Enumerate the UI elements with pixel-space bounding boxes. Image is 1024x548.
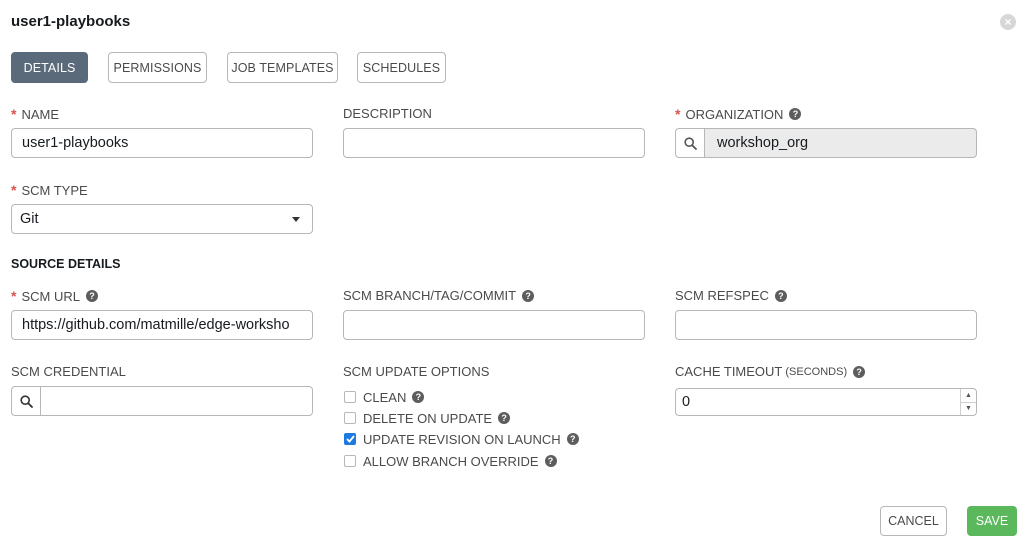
search-icon[interactable] [11,386,41,416]
scm-branch-input[interactable] [343,310,645,340]
tab-schedules[interactable]: SCHEDULES [357,52,446,83]
delete-on-update-checkbox-row[interactable]: DELETE ON UPDATE ? [344,410,511,426]
cache-timeout-label-text: CACHE TIMEOUT [675,364,783,379]
name-label-text: NAME [21,106,60,122]
tab-job-templates[interactable]: JOB TEMPLATES [227,52,338,83]
scm-type-label-text: SCM TYPE [21,182,88,198]
allow-branch-override-checkbox-row[interactable]: ALLOW BRANCH OVERRIDE ? [344,453,557,469]
required-marker: * [11,288,17,304]
cache-timeout-stepper[interactable]: 0 ▲ ▼ [675,388,977,416]
scm-url-input[interactable]: https://github.com/matmille/edge-worksho [11,310,313,340]
scm-update-options-label: SCM UPDATE OPTIONS [343,364,489,379]
required-marker: * [675,106,681,122]
cache-timeout-value: 0 [682,394,691,410]
scm-update-options-label-text: SCM UPDATE OPTIONS [343,364,490,379]
scm-branch-label-text: SCM BRANCH/TAG/COMMIT [343,288,517,303]
allow-branch-override-checkbox[interactable] [344,455,356,467]
scm-type-label: * SCM TYPE [11,182,88,198]
name-input[interactable]: user1-playbooks [11,128,313,158]
scm-refspec-label-text: SCM REFSPEC [675,288,769,303]
help-icon[interactable]: ? [774,289,787,302]
scm-credential-input[interactable] [41,386,313,416]
scm-url-label-text: SCM URL [21,288,80,304]
scm-branch-label: SCM BRANCH/TAG/COMMIT ? [343,288,535,303]
help-icon[interactable]: ? [412,391,425,403]
page-title: user1-playbooks [11,13,131,30]
delete-on-update-label: DELETE ON UPDATE [363,410,493,426]
required-marker: * [11,106,17,122]
help-icon[interactable]: ? [566,433,579,445]
scm-credential-lookup [11,386,313,416]
cancel-button[interactable]: CANCEL [880,506,947,536]
delete-on-update-checkbox[interactable] [344,412,356,424]
organization-input[interactable]: workshop_org [705,128,977,158]
scm-url-label: * SCM URL ? [11,288,98,304]
scm-type-select[interactable]: Git [11,204,313,234]
help-icon[interactable]: ? [544,455,557,467]
help-icon[interactable]: ? [853,365,866,378]
help-icon[interactable]: ? [522,289,535,302]
clean-label: CLEAN [363,389,407,405]
source-details-heading: SOURCE DETAILS [11,257,121,271]
help-icon[interactable]: ? [789,108,802,120]
tab-permissions[interactable]: PERMISSIONS [108,52,207,83]
caret-down-icon [292,216,300,222]
scm-credential-label-text: SCM CREDENTIAL [11,364,126,379]
stepper-arrows: ▲ ▼ [960,389,976,415]
description-label-text: DESCRIPTION [343,106,432,121]
tab-details[interactable]: DETAILS [11,52,88,83]
description-label: DESCRIPTION [343,106,432,121]
cache-timeout-label: CACHE TIMEOUT (SECONDS) ? [675,364,866,379]
scm-type-value: Git [20,211,39,227]
chevron-down-icon[interactable]: ▼ [961,401,976,416]
save-button[interactable]: SAVE [967,506,1017,536]
update-revision-checkbox-row[interactable]: UPDATE REVISION ON LAUNCH ? [344,431,579,447]
help-icon[interactable]: ? [85,290,98,302]
update-revision-checkbox[interactable] [344,433,356,445]
clean-checkbox[interactable] [344,391,356,403]
description-input[interactable] [343,128,645,158]
update-revision-label: UPDATE REVISION ON LAUNCH [363,431,561,447]
close-icon[interactable]: × [1000,14,1016,30]
name-label: * NAME [11,106,59,122]
clean-checkbox-row[interactable]: CLEAN ? [344,389,425,405]
scm-credential-label: SCM CREDENTIAL [11,364,126,379]
organization-label-text: ORGANIZATION [685,106,784,122]
scm-refspec-label: SCM REFSPEC ? [675,288,787,303]
scm-refspec-input[interactable] [675,310,977,340]
help-icon[interactable]: ? [498,412,511,424]
allow-branch-override-label: ALLOW BRANCH OVERRIDE [363,453,539,469]
required-marker: * [11,182,17,198]
cache-timeout-unit: (SECONDS) [785,365,848,378]
organization-lookup: workshop_org [675,128,977,158]
search-icon[interactable] [675,128,705,158]
organization-label: * ORGANIZATION ? [675,106,802,122]
chevron-up-icon[interactable]: ▲ [961,389,976,402]
